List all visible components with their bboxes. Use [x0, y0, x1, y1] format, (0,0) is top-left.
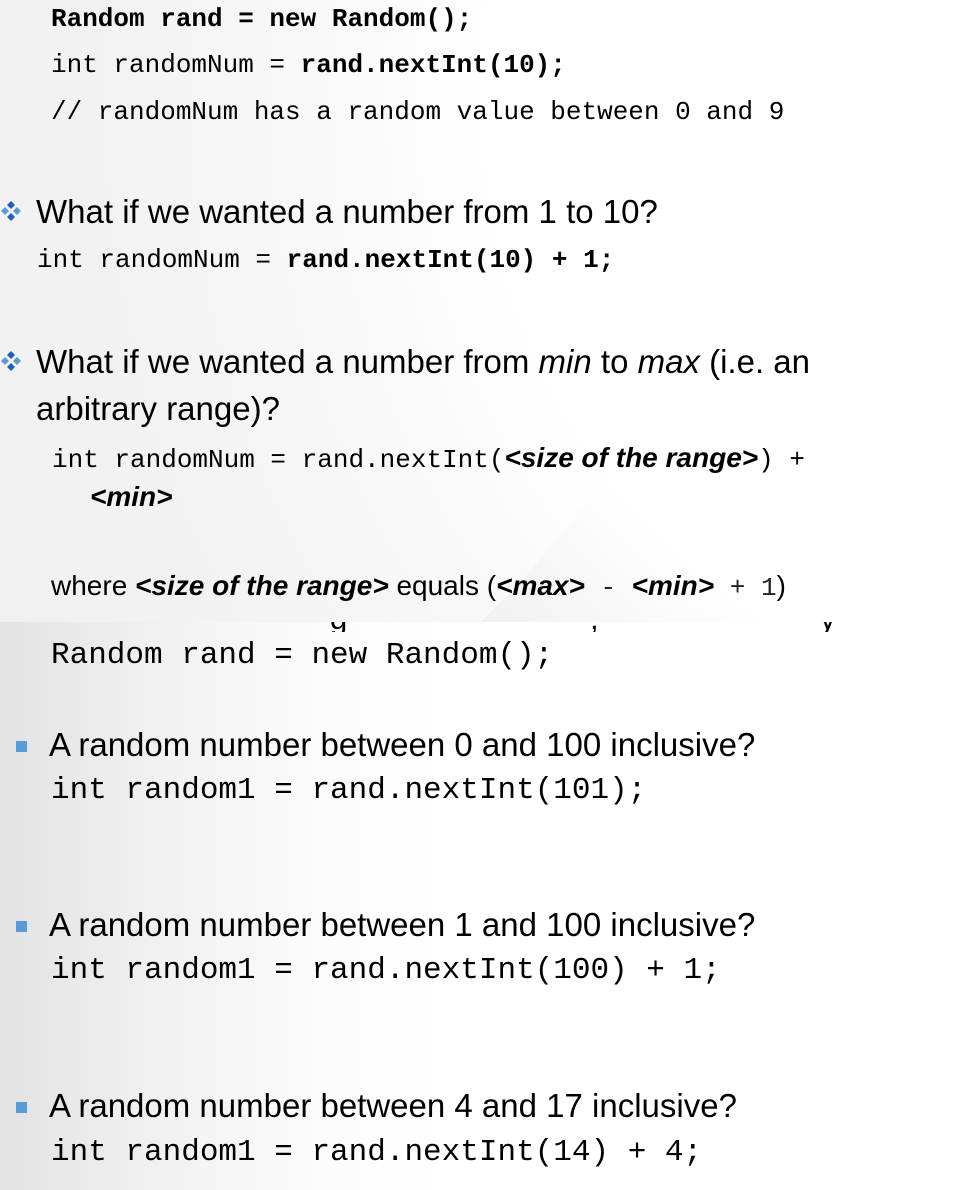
code-next-int-10: int randomNum = rand.nextInt(10); — [51, 50, 566, 80]
code-min-placeholder: <min> — [90, 481, 173, 512]
square-bullet-icon — [16, 741, 27, 752]
code-0-to-100: int random1 = rand.nextInt(101); — [51, 773, 647, 808]
item-4-to-17: A random number between 4 and 17 inclusi… — [49, 1087, 737, 1124]
top-slide: Random rand = new Random(); int randomNu… — [0, 0, 960, 622]
code-4-to-17: int random1 = rand.nextInt(14) + 4; — [51, 1135, 703, 1170]
item-1-to-100: A random number between 1 and 100 inclus… — [49, 906, 756, 943]
item-0-to-100: A random number between 0 and 100 inclus… — [49, 726, 756, 763]
code-arbitrary-range: int randomNum = rand.nextInt(<size of th… — [52, 442, 805, 476]
where-range-formula: where <size of the range> equals (<max> … — [51, 570, 786, 603]
bullet-min-to-max-line2: arbitrary range)? — [36, 390, 280, 427]
diamond-bullet-icon — [1, 201, 21, 221]
code-random-declaration: Random rand = new Random(); — [51, 4, 473, 34]
diamond-bullet-icon — [1, 351, 21, 371]
code-1-to-100: int random1 = rand.nextInt(100) + 1; — [51, 953, 721, 988]
square-bullet-icon — [16, 1102, 27, 1113]
code-random-declaration-2: Random rand = new Random(); — [51, 638, 554, 673]
code-1-to-10: int randomNum = rand.nextInt(10) + 1; — [37, 245, 615, 275]
bullet-min-to-max: What if we wanted a number from min to m… — [36, 343, 810, 380]
bullet-1-to-10: What if we wanted a number from 1 to 10? — [36, 193, 658, 230]
square-bullet-icon — [16, 921, 27, 932]
code-comment: // randomNum has a random value between … — [51, 97, 785, 127]
bottom-slide: Random rand = new Random(); A random num… — [0, 622, 960, 1190]
